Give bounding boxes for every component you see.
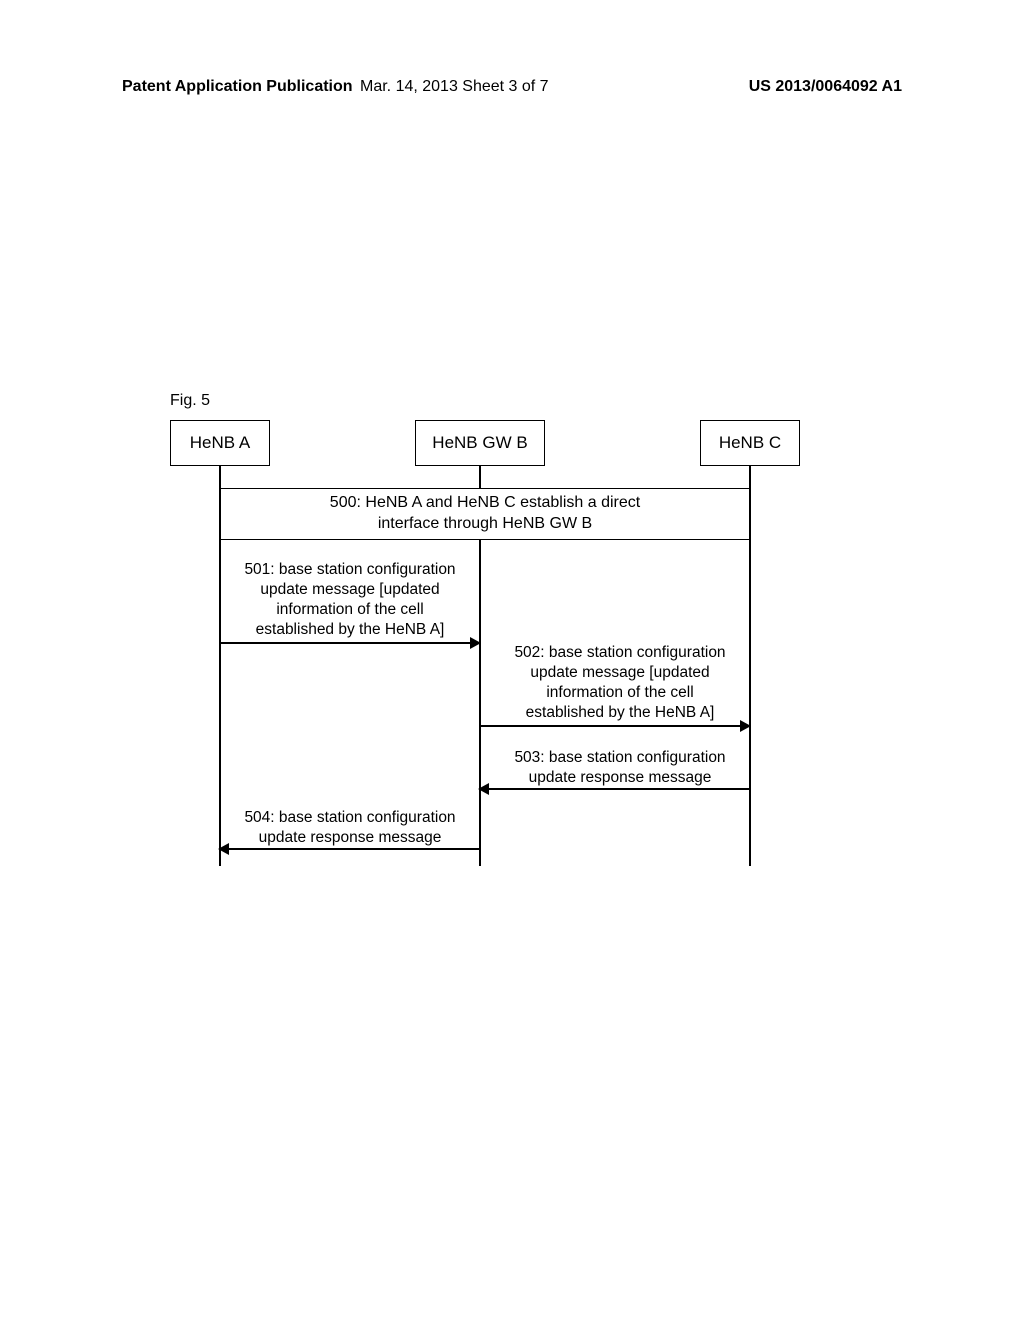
- msg-502-line4: established by the HeNB A]: [495, 703, 745, 723]
- msg-502-line3: information of the cell: [495, 683, 745, 703]
- msg-503-line1: 503: base station configuration: [495, 748, 745, 768]
- arrow-501: [220, 642, 479, 644]
- step-500-box: 500: HeNB A and HeNB C establish a direc…: [220, 488, 750, 540]
- arrow-502: [480, 725, 749, 727]
- arrow-504: [220, 848, 479, 850]
- header-left: Patent Application Publication: [122, 78, 353, 96]
- page-header: Patent Application Publication Mar. 14, …: [0, 78, 1024, 96]
- msg-502-line2: update message [updated: [495, 663, 745, 683]
- step-500-line2: interface through HeNB GW B: [221, 514, 749, 535]
- msg-503-text: 503: base station configuration update r…: [495, 748, 745, 788]
- msg-501-line3: information of the cell: [225, 600, 475, 620]
- step-500-line1: 500: HeNB A and HeNB C establish a direc…: [221, 493, 749, 514]
- msg-501-line1: 501: base station configuration: [225, 560, 475, 580]
- msg-504-text: 504: base station configuration update r…: [225, 808, 475, 848]
- header-right: US 2013/0064092 A1: [749, 78, 902, 96]
- msg-501-line4: established by the HeNB A]: [225, 620, 475, 640]
- node-henb-c: HeNB C: [700, 420, 800, 466]
- msg-501-line2: update message [updated: [225, 580, 475, 600]
- node-henb-a: HeNB A: [170, 420, 270, 466]
- msg-503-line2: update response message: [495, 768, 745, 788]
- msg-502-text: 502: base station configuration update m…: [495, 643, 745, 724]
- msg-504-line1: 504: base station configuration: [225, 808, 475, 828]
- header-center: Mar. 14, 2013 Sheet 3 of 7: [360, 78, 549, 96]
- msg-504-line2: update response message: [225, 828, 475, 848]
- node-henb-gw-b: HeNB GW B: [415, 420, 545, 466]
- arrow-503: [480, 788, 749, 790]
- msg-502-line1: 502: base station configuration: [495, 643, 745, 663]
- figure-label: Fig. 5: [170, 392, 210, 410]
- msg-501-text: 501: base station configuration update m…: [225, 560, 475, 641]
- sequence-diagram: HeNB A HeNB GW B HeNB C 500: HeNB A and …: [170, 420, 850, 880]
